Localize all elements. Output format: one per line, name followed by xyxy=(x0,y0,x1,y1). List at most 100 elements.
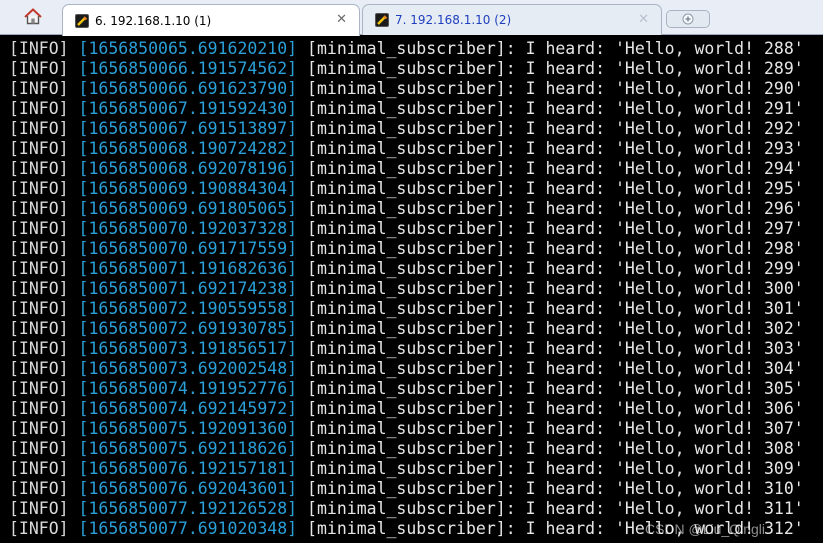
log-level: [INFO] xyxy=(9,279,69,298)
log-message: [minimal_subscriber]: I heard: 'Hello, w… xyxy=(307,159,804,178)
log-timestamp: [1656850075.692118626] xyxy=(78,439,298,458)
log-timestamp: [1656850066.691623790] xyxy=(78,79,298,98)
log-line: [INFO] [1656850069.691805065] [minimal_s… xyxy=(9,199,823,219)
log-line: [INFO] [1656850071.692174238] [minimal_s… xyxy=(9,279,823,299)
terminal-session-icon xyxy=(75,13,89,28)
log-timestamp: [1656850069.190884304] xyxy=(78,179,298,198)
log-timestamp: [1656850068.190724282] xyxy=(78,139,298,158)
log-level: [INFO] xyxy=(9,199,69,218)
log-level: [INFO] xyxy=(9,79,69,98)
log-message: [minimal_subscriber]: I heard: 'Hello, w… xyxy=(307,79,804,98)
log-level: [INFO] xyxy=(9,399,69,418)
log-message: [minimal_subscriber]: I heard: 'Hello, w… xyxy=(307,299,804,318)
log-message: [minimal_subscriber]: I heard: 'Hello, w… xyxy=(307,239,804,258)
log-level: [INFO] xyxy=(9,419,69,438)
log-level: [INFO] xyxy=(9,259,69,278)
log-line: [INFO] [1656850072.691930785] [minimal_s… xyxy=(9,319,823,339)
log-timestamp: [1656850070.192037328] xyxy=(78,219,298,238)
log-message: [minimal_subscriber]: I heard: 'Hello, w… xyxy=(307,339,804,358)
log-line: [INFO] [1656850066.191574562] [minimal_s… xyxy=(9,59,823,79)
log-line: [INFO] [1656850073.692002548] [minimal_s… xyxy=(9,359,823,379)
log-timestamp: [1656850076.692043601] xyxy=(78,479,298,498)
log-line: [INFO] [1656850076.692043601] [minimal_s… xyxy=(9,479,823,499)
new-tab-icon xyxy=(681,10,695,29)
log-timestamp: [1656850071.692174238] xyxy=(78,279,298,298)
log-line: [INFO] [1656850077.192126528] [minimal_s… xyxy=(9,499,823,519)
log-level: [INFO] xyxy=(9,179,69,198)
terminal-output[interactable]: [INFO] [1656850065.691620210] [minimal_s… xyxy=(0,35,823,543)
log-line: [INFO] [1656850067.691513897] [minimal_s… xyxy=(9,119,823,139)
log-level: [INFO] xyxy=(9,299,69,318)
log-timestamp: [1656850074.191952776] xyxy=(78,379,298,398)
log-message: [minimal_subscriber]: I heard: 'Hello, w… xyxy=(307,99,804,118)
log-line: [INFO] [1656850075.692118626] [minimal_s… xyxy=(9,439,823,459)
log-timestamp: [1656850077.192126528] xyxy=(78,499,298,518)
log-message: [minimal_subscriber]: I heard: 'Hello, w… xyxy=(307,139,804,158)
log-line: [INFO] [1656850075.192091360] [minimal_s… xyxy=(9,419,823,439)
log-message: [minimal_subscriber]: I heard: 'Hello, w… xyxy=(307,279,804,298)
close-icon[interactable]: ✕ xyxy=(638,11,649,29)
log-level: [INFO] xyxy=(9,379,69,398)
log-level: [INFO] xyxy=(9,519,69,538)
log-timestamp: [1656850067.691513897] xyxy=(78,119,298,138)
log-line: [INFO] [1656850072.190559558] [minimal_s… xyxy=(9,299,823,319)
log-timestamp: [1656850072.190559558] xyxy=(78,299,298,318)
log-level: [INFO] xyxy=(9,139,69,158)
close-icon[interactable]: ✕ xyxy=(336,11,347,29)
watermark: CSDN @Liu_Qingli xyxy=(644,521,765,537)
log-message: [minimal_subscriber]: I heard: 'Hello, w… xyxy=(307,419,804,438)
tab-session-7[interactable]: 7. 192.168.1.10 (2) ✕ xyxy=(362,4,662,35)
log-level: [INFO] xyxy=(9,339,69,358)
log-line: [INFO] [1656850073.191856517] [minimal_s… xyxy=(9,339,823,359)
log-level: [INFO] xyxy=(9,59,69,78)
log-line: [INFO] [1656850065.691620210] [minimal_s… xyxy=(9,39,823,59)
log-message: [minimal_subscriber]: I heard: 'Hello, w… xyxy=(307,439,804,458)
log-line: [INFO] [1656850076.192157181] [minimal_s… xyxy=(9,459,823,479)
log-timestamp: [1656850075.192091360] xyxy=(78,419,298,438)
log-message: [minimal_subscriber]: I heard: 'Hello, w… xyxy=(307,359,804,378)
log-level: [INFO] xyxy=(9,479,69,498)
log-timestamp: [1656850073.692002548] xyxy=(78,359,298,378)
log-message: [minimal_subscriber]: I heard: 'Hello, w… xyxy=(307,319,804,338)
log-timestamp: [1656850077.691020348] xyxy=(78,519,298,538)
terminal-session-icon xyxy=(375,13,389,27)
home-icon xyxy=(24,8,42,29)
log-level: [INFO] xyxy=(9,359,69,378)
log-level: [INFO] xyxy=(9,159,69,178)
log-line: [INFO] [1656850074.191952776] [minimal_s… xyxy=(9,379,823,399)
home-button[interactable] xyxy=(6,5,60,32)
log-level: [INFO] xyxy=(9,219,69,238)
log-level: [INFO] xyxy=(9,459,69,478)
log-timestamp: [1656850067.191592430] xyxy=(78,99,298,118)
log-message: [minimal_subscriber]: I heard: 'Hello, w… xyxy=(307,59,804,78)
log-message: [minimal_subscriber]: I heard: 'Hello, w… xyxy=(307,479,804,498)
log-timestamp: [1656850076.192157181] xyxy=(78,459,298,478)
log-timestamp: [1656850066.191574562] xyxy=(78,59,298,78)
log-level: [INFO] xyxy=(9,319,69,338)
log-timestamp: [1656850071.191682636] xyxy=(78,259,298,278)
log-message: [minimal_subscriber]: I heard: 'Hello, w… xyxy=(307,199,804,218)
log-line: [INFO] [1656850070.691717559] [minimal_s… xyxy=(9,239,823,259)
log-message: [minimal_subscriber]: I heard: 'Hello, w… xyxy=(307,179,804,198)
log-timestamp: [1656850070.691717559] xyxy=(78,239,298,258)
log-message: [minimal_subscriber]: I heard: 'Hello, w… xyxy=(307,379,804,398)
log-message: [minimal_subscriber]: I heard: 'Hello, w… xyxy=(307,499,804,518)
log-level: [INFO] xyxy=(9,239,69,258)
tab-label: 6. 192.168.1.10 (1) xyxy=(95,13,212,28)
tab-bar: 6. 192.168.1.10 (1) ✕ 7. 192.168.1.10 (2… xyxy=(0,0,823,36)
log-line: [INFO] [1656850067.191592430] [minimal_s… xyxy=(9,99,823,119)
log-line: [INFO] [1656850069.190884304] [minimal_s… xyxy=(9,179,823,199)
log-timestamp: [1656850065.691620210] xyxy=(78,39,298,58)
log-message: [minimal_subscriber]: I heard: 'Hello, w… xyxy=(307,39,804,58)
log-line: [INFO] [1656850074.692145972] [minimal_s… xyxy=(9,399,823,419)
log-level: [INFO] xyxy=(9,119,69,138)
log-message: [minimal_subscriber]: I heard: 'Hello, w… xyxy=(307,259,804,278)
log-message: [minimal_subscriber]: I heard: 'Hello, w… xyxy=(307,459,804,478)
log-level: [INFO] xyxy=(9,499,69,518)
tab-session-6[interactable]: 6. 192.168.1.10 (1) ✕ xyxy=(62,4,360,36)
log-timestamp: [1656850072.691930785] xyxy=(78,319,298,338)
log-line: [INFO] [1656850071.191682636] [minimal_s… xyxy=(9,259,823,279)
log-level: [INFO] xyxy=(9,39,69,58)
new-tab-button[interactable] xyxy=(666,10,710,28)
log-level: [INFO] xyxy=(9,99,69,118)
